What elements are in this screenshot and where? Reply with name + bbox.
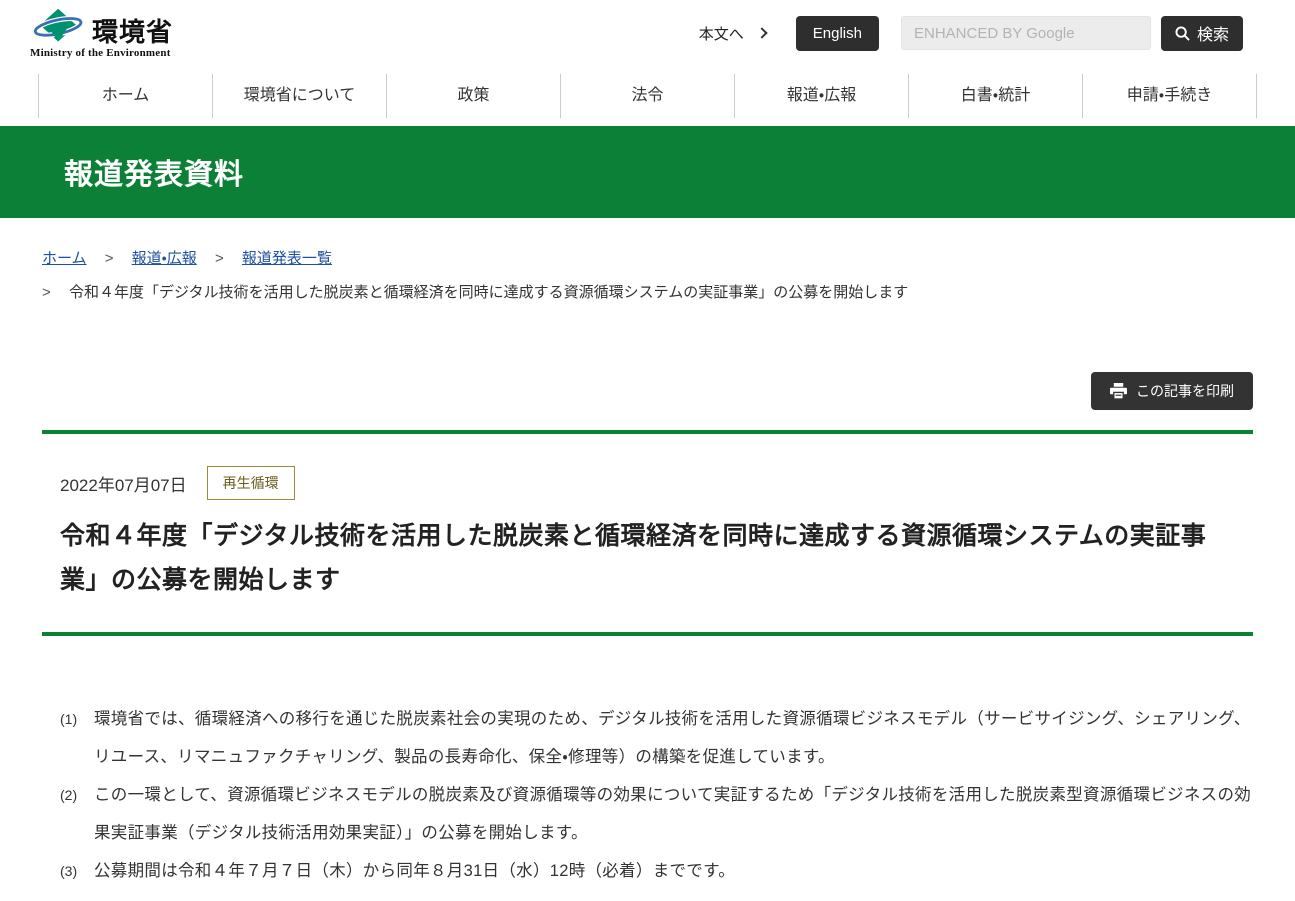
page-title: 報道発表資料 <box>0 151 244 193</box>
logo-subtitle: Ministry of the Environment <box>30 47 173 59</box>
nav-item-policy[interactable]: 政策 <box>386 74 560 118</box>
nav-item-application[interactable]: 申請・手続き <box>1082 74 1257 118</box>
paragraph-2: (2) この一環として、資源循環ビジネスモデルの脱炭素及び資源循環等の効果につい… <box>42 776 1253 852</box>
print-button-label: この記事を印刷 <box>1136 381 1234 401</box>
skip-to-content-link[interactable]: 本文へ <box>699 23 766 44</box>
breadcrumb-link-press[interactable]: 報道・広報 <box>132 250 197 267</box>
paragraph-number: (2) <box>60 776 94 852</box>
logo-title: 環境省 <box>92 19 173 45</box>
printer-icon <box>1110 383 1127 399</box>
page-banner: 報道発表資料 <box>0 126 1295 218</box>
category-badge: 再生循環 <box>207 466 295 500</box>
breadcrumb-link-press-list[interactable]: 報道発表一覧 <box>242 250 332 267</box>
breadcrumb-separator: > <box>105 250 114 267</box>
paragraph-text: この一環として、資源循環ビジネスモデルの脱炭素及び資源循環等の効果について実証す… <box>94 776 1253 852</box>
nav-item-about[interactable]: 環境省について <box>212 74 386 118</box>
search-button-label: 検索 <box>1197 21 1229 45</box>
nav-item-whitepaper[interactable]: 白書・統計 <box>908 74 1082 118</box>
search-input[interactable] <box>901 16 1151 50</box>
paragraph-text: 公募期間は令和４年７月７日（木）から同年８月31日（水）12時（必着）までです。 <box>94 852 1253 890</box>
divider-top <box>42 430 1253 434</box>
nav-item-home[interactable]: ホーム <box>38 74 212 118</box>
global-nav: ホーム 環境省について 政策 法令 報道・広報 白書・統計 申請・手続き <box>0 66 1295 126</box>
article-title: 令和４年度「デジタル技術を活用した脱炭素と循環経済を同時に達成する資源循環システ… <box>60 514 1235 602</box>
paragraph-3: (3) 公募期間は令和４年７月７日（木）から同年８月31日（水）12時（必着）ま… <box>42 852 1253 890</box>
nav-item-laws[interactable]: 法令 <box>560 74 734 118</box>
skip-link-label: 本文へ <box>699 23 744 44</box>
moe-logo-mark-icon <box>30 7 88 45</box>
print-article-button[interactable]: この記事を印刷 <box>1091 372 1253 410</box>
english-button[interactable]: English <box>796 16 879 51</box>
moe-logo[interactable]: 環境省 Ministry of the Environment <box>30 7 173 59</box>
search-button[interactable]: 検索 <box>1161 16 1243 51</box>
chevron-right-icon <box>756 27 767 38</box>
breadcrumb-separator: > <box>42 284 51 301</box>
nav-item-press[interactable]: 報道・広報 <box>734 74 908 118</box>
article-date: 2022年07月07日 <box>60 471 187 496</box>
article: この記事を印刷 2022年07月07日 再生循環 令和４年度「デジタル技術を活用… <box>42 372 1253 890</box>
paragraph-text: 環境省では、循環経済への移行を通じた脱炭素社会の実現のため、デジタル技術を活用し… <box>94 700 1253 776</box>
divider-under-title <box>42 632 1253 636</box>
breadcrumb: ホーム > 報道・広報 > 報道発表一覧 > 令和４年度「デジタル技術を活用した… <box>42 242 1253 310</box>
breadcrumb-link-home[interactable]: ホーム <box>42 250 87 267</box>
breadcrumb-current: 令和４年度「デジタル技術を活用した脱炭素と循環経済を同時に達成する資源循環システ… <box>69 284 908 301</box>
paragraph-1: (1) 環境省では、循環経済への移行を通じた脱炭素社会の実現のため、デジタル技術… <box>42 700 1253 776</box>
paragraph-number: (3) <box>60 852 94 890</box>
site-header: 環境省 Ministry of the Environment 本文へ Engl… <box>0 0 1295 66</box>
breadcrumb-separator: > <box>215 250 224 267</box>
paragraph-number: (1) <box>60 700 94 776</box>
article-body: (1) 環境省では、循環経済への移行を通じた脱炭素社会の実現のため、デジタル技術… <box>42 700 1253 890</box>
search-icon <box>1175 26 1190 41</box>
